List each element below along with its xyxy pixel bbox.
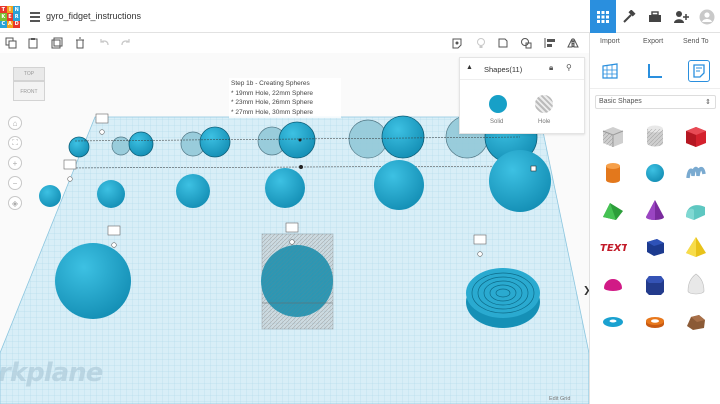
add-user-icon[interactable] bbox=[668, 0, 694, 33]
view-cube[interactable]: TOP FRONT bbox=[13, 67, 45, 101]
fit-view-icon[interactable]: ⛶ bbox=[8, 136, 22, 150]
panel-views bbox=[590, 55, 720, 89]
cone-shape[interactable] bbox=[640, 195, 670, 225]
text-shape-label: TEXT bbox=[600, 243, 627, 254]
export-button[interactable]: Export bbox=[643, 38, 663, 45]
ringed-disc[interactable] bbox=[466, 268, 540, 328]
inspector-title: Shapes(11) bbox=[484, 65, 523, 74]
roof-shape[interactable] bbox=[598, 195, 628, 225]
hammer-icon[interactable] bbox=[616, 0, 642, 33]
sphere-mid-5[interactable] bbox=[374, 160, 424, 210]
view-cube-top[interactable]: TOP bbox=[13, 67, 45, 81]
workplane-view[interactable]: TOP FRONT ⌂ ⛶ + − ◈ Step 1b - Creating S… bbox=[0, 53, 589, 404]
copy-icon[interactable] bbox=[4, 36, 18, 50]
rock-shape[interactable] bbox=[681, 306, 711, 336]
round-roof-shape[interactable] bbox=[681, 195, 711, 225]
note-icon[interactable] bbox=[450, 36, 464, 50]
hole-label: Hole bbox=[538, 119, 551, 125]
mirror-icon[interactable] bbox=[566, 36, 580, 50]
tinkercad-logo[interactable]: T I N K E R C A D bbox=[0, 6, 20, 28]
grid-view-icon[interactable] bbox=[590, 0, 616, 33]
tube-shape[interactable] bbox=[640, 306, 670, 336]
sphere-mid-3[interactable] bbox=[176, 174, 210, 208]
tinkercad-app: T I N K E R C A D gyro_fidget_instructio… bbox=[0, 0, 720, 404]
design-note[interactable]: Step 1b - Creating Spheres * 19mm Hole, … bbox=[229, 78, 341, 118]
note-line: * 27mm Hole, 30mm Sphere bbox=[231, 108, 314, 116]
box-shape[interactable] bbox=[681, 121, 711, 151]
lightbulb-icon[interactable] bbox=[474, 36, 488, 50]
paste-icon[interactable] bbox=[26, 36, 40, 50]
logo-letter: I bbox=[6, 6, 14, 14]
paraboloid-shape[interactable] bbox=[681, 269, 711, 299]
sphere-mid-6[interactable] bbox=[489, 150, 551, 212]
logo-letter: E bbox=[6, 13, 14, 21]
collapse-icon[interactable]: ▲ bbox=[466, 64, 473, 71]
notes-panel-icon[interactable] bbox=[688, 60, 710, 82]
align-icon[interactable] bbox=[543, 36, 557, 50]
solid-label: Solid bbox=[490, 119, 504, 125]
import-button[interactable]: Import bbox=[600, 38, 620, 45]
zoom-in-icon[interactable]: + bbox=[8, 156, 22, 170]
group-icon[interactable] bbox=[496, 36, 510, 50]
view-cube-front[interactable]: FRONT bbox=[13, 81, 45, 101]
shape-category-select[interactable]: Basic Shapes ⇕ bbox=[595, 95, 716, 109]
undo-icon[interactable] bbox=[97, 36, 111, 50]
torus-shape[interactable] bbox=[598, 306, 628, 336]
note-heading: Step 1b - Creating Spheres bbox=[231, 80, 310, 87]
hole-swatch[interactable] bbox=[535, 95, 553, 113]
lightbulb-icon[interactable]: ⚲ bbox=[566, 63, 572, 72]
edit-grid-button[interactable]: Edit Grid bbox=[549, 396, 570, 402]
avatar[interactable] bbox=[694, 0, 720, 33]
logo-letter: A bbox=[6, 20, 14, 28]
logo-letter: R bbox=[13, 13, 20, 21]
logo-letter: N bbox=[13, 6, 20, 14]
box-hole-shape[interactable] bbox=[598, 121, 628, 151]
perspective-icon[interactable]: ◈ bbox=[8, 196, 22, 210]
workplane-watermark: rkplane bbox=[0, 358, 103, 388]
ungroup-icon[interactable] bbox=[519, 36, 533, 50]
menu-icon[interactable] bbox=[30, 12, 40, 22]
cube-shape[interactable] bbox=[640, 232, 670, 262]
ruler-icon[interactable] bbox=[644, 60, 666, 82]
sphere-mid-4[interactable] bbox=[265, 168, 305, 208]
workplane-icon[interactable] bbox=[599, 60, 621, 82]
solid-swatch[interactable] bbox=[489, 95, 507, 113]
note-line: * 23mm Hole, 26mm Sphere bbox=[231, 99, 314, 106]
text-shape[interactable]: TEXT bbox=[598, 232, 628, 262]
scribble-shape[interactable] bbox=[681, 158, 711, 188]
logo-letter: C bbox=[0, 20, 7, 28]
logo-letter: D bbox=[13, 20, 20, 28]
shape-category-label: Basic Shapes bbox=[599, 98, 642, 105]
zoom-out-icon[interactable]: − bbox=[8, 176, 22, 190]
home-view-icon[interactable]: ⌂ bbox=[8, 116, 22, 130]
cylinder-shape[interactable] bbox=[598, 158, 628, 188]
sphere-front-large[interactable] bbox=[55, 243, 131, 319]
redo-icon[interactable] bbox=[119, 36, 133, 50]
lock-icon[interactable]: 🔒︎ bbox=[549, 63, 553, 73]
send-to-button[interactable]: Send To bbox=[683, 38, 709, 45]
shape-inspector: ▲ Shapes(11) 🔒︎ ⚲ Solid Hole bbox=[459, 57, 585, 134]
toolbox-icon[interactable] bbox=[642, 0, 668, 33]
delete-icon[interactable] bbox=[73, 36, 87, 50]
cylinder-hole-shape[interactable] bbox=[640, 121, 670, 151]
dropdown-icon: ⇕ bbox=[705, 99, 711, 106]
sphere-shape[interactable] bbox=[640, 158, 670, 188]
note-line: * 19mm Hole, 22mm Sphere bbox=[231, 89, 314, 97]
sphere-mid-1[interactable] bbox=[39, 185, 61, 207]
pyramid-shape[interactable] bbox=[681, 232, 711, 262]
export-tabs: Import Export Send To bbox=[590, 33, 720, 53]
half-sphere-shape[interactable] bbox=[598, 269, 628, 299]
sphere-mid-2[interactable] bbox=[97, 180, 125, 208]
design-title[interactable]: gyro_fidget_instructions bbox=[46, 11, 141, 21]
top-bar: T I N K E R C A D gyro_fidget_instructio… bbox=[0, 0, 720, 33]
inspector-header: ▲ Shapes(11) 🔒︎ ⚲ bbox=[460, 58, 584, 80]
logo-letter: K bbox=[0, 13, 7, 21]
shapes-panel: Import Export Send To Basic Shapes ⇕ TEX… bbox=[589, 33, 720, 404]
duplicate-icon[interactable] bbox=[50, 36, 64, 50]
polygon-shape[interactable] bbox=[640, 269, 670, 299]
box-hole-selection[interactable] bbox=[261, 233, 334, 330]
logo-letter: T bbox=[0, 6, 7, 14]
